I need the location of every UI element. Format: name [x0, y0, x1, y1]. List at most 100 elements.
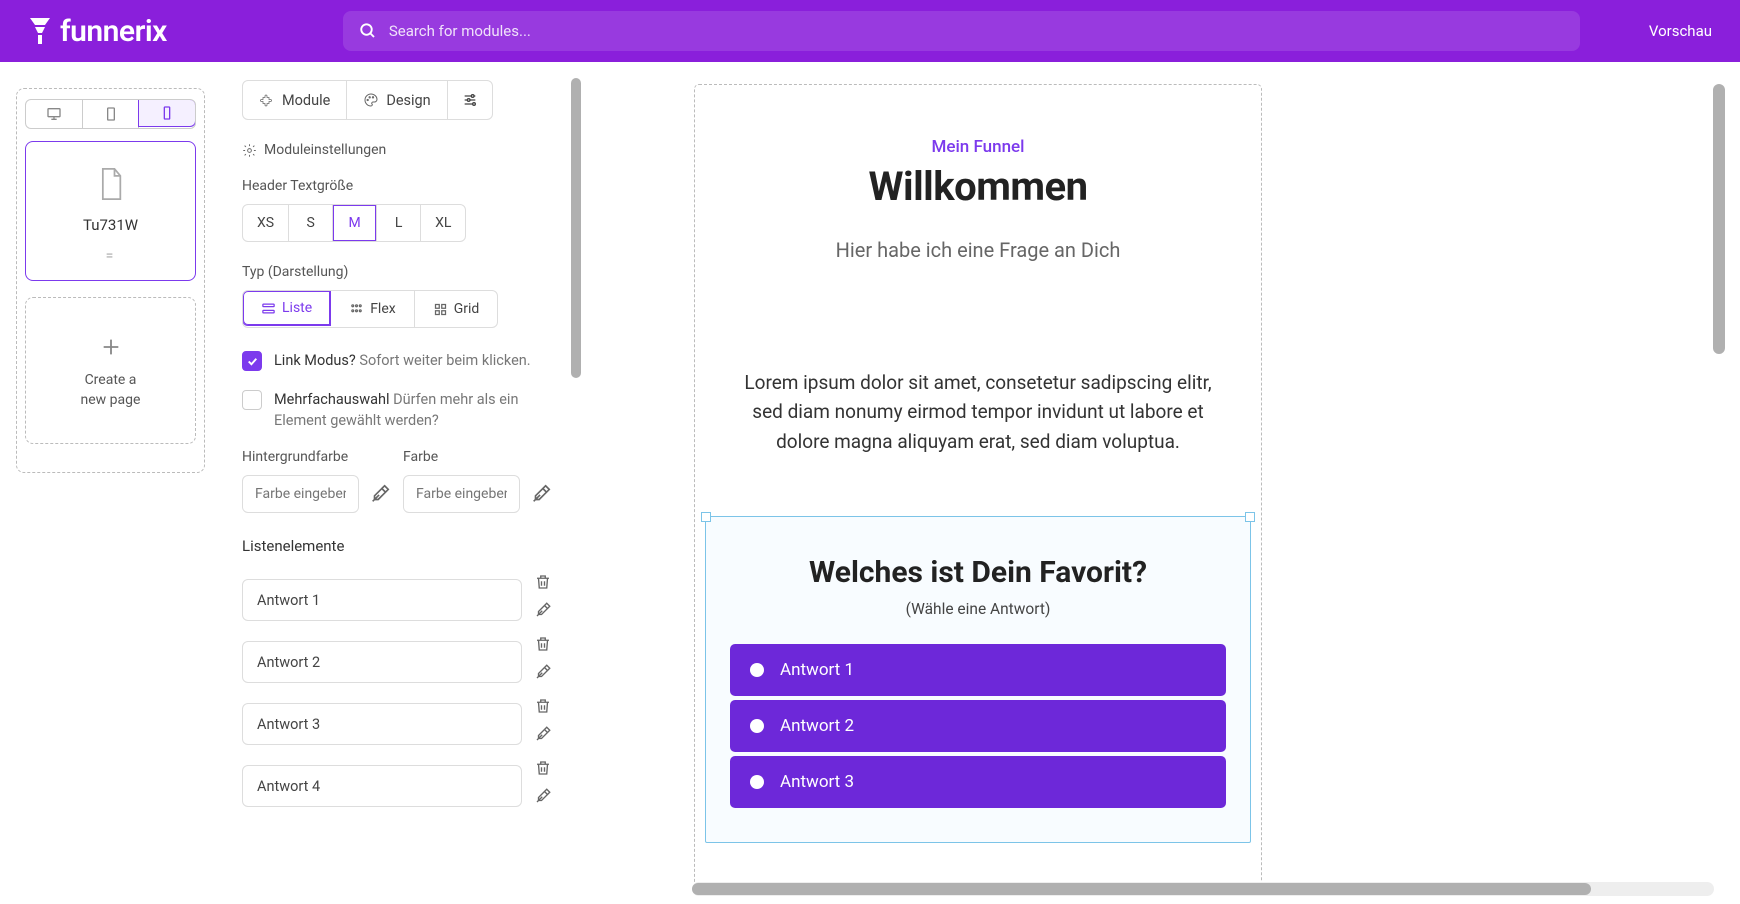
bg-color-input[interactable]: [242, 475, 359, 513]
grid-icon: [433, 302, 448, 317]
radio-dot-icon: [750, 663, 764, 677]
bg-color-field: Hintergrundfarbe: [242, 449, 391, 513]
device-tab-tablet[interactable]: [83, 100, 140, 128]
list-item-input[interactable]: [242, 641, 522, 683]
canvas-h-scrollbar[interactable]: [692, 882, 1714, 896]
list-item-actions: [534, 635, 552, 683]
typ-grid[interactable]: Grid: [415, 291, 498, 327]
device-tab-mobile[interactable]: [138, 99, 196, 127]
list-item-row: [242, 573, 552, 621]
device-tab-desktop[interactable]: [26, 100, 83, 128]
size-xs[interactable]: XS: [243, 205, 289, 241]
question-title: Welches ist Dein Favorit?: [730, 555, 1226, 590]
search-box[interactable]: [343, 11, 1580, 51]
question-block[interactable]: Welches ist Dein Favorit? (Wähle eine An…: [705, 516, 1251, 843]
typ-flex[interactable]: Flex: [331, 291, 415, 327]
answer-option[interactable]: Antwort 3: [730, 756, 1226, 808]
trash-icon[interactable]: [534, 759, 552, 777]
preview-body: Lorem ipsum dolor sit amet, consetetur s…: [705, 272, 1251, 516]
size-s[interactable]: S: [289, 205, 333, 241]
search-input[interactable]: [389, 22, 1564, 40]
section-title: Moduleinstellungen: [242, 142, 552, 158]
scrollbar-thumb[interactable]: [692, 883, 1591, 895]
typ-label: Typ (Darstellung): [242, 264, 552, 280]
list-item-actions: [534, 697, 552, 745]
preview-link[interactable]: Vorschau: [1649, 22, 1712, 40]
gear-icon: [242, 143, 257, 158]
module-design-tabs: Module Design: [242, 80, 493, 120]
preview-title: Willkommen: [705, 163, 1251, 210]
tab-settings[interactable]: [448, 81, 492, 119]
page-label: Tu731W: [83, 216, 138, 234]
question-subtitle: (Wähle eine Antwort): [730, 600, 1226, 618]
scrollbar-thumb[interactable]: [571, 78, 581, 378]
sidebar-left: Tu731W = Create a new page: [0, 62, 222, 904]
eyedropper-icon[interactable]: [534, 787, 552, 805]
workspace: Tu731W = Create a new page Module Design: [0, 62, 1740, 904]
logo-icon: [28, 16, 52, 46]
topbar: funnerix Vorschau: [0, 0, 1740, 62]
eyedropper-icon[interactable]: [369, 483, 391, 505]
sliders-icon: [462, 92, 478, 108]
plus-icon: [100, 336, 122, 358]
eyedropper-icon[interactable]: [534, 663, 552, 681]
radio-dot-icon: [750, 719, 764, 733]
eyedropper-icon[interactable]: [534, 725, 552, 743]
answer-option[interactable]: Antwort 2: [730, 700, 1226, 752]
typ-liste[interactable]: Liste: [242, 290, 331, 326]
header-size-group: XS S M L XL: [242, 204, 466, 242]
list-item-input[interactable]: [242, 703, 522, 745]
scrollbar-thumb[interactable]: [1713, 84, 1725, 354]
fg-color-input[interactable]: [403, 475, 520, 513]
list-elements-title: Listenelemente: [242, 537, 552, 555]
eyedropper-icon[interactable]: [530, 483, 552, 505]
link-modus-row[interactable]: Link Modus? Sofort weiter beim klicken.: [242, 350, 552, 371]
trash-icon[interactable]: [534, 635, 552, 653]
mehrfach-checkbox[interactable]: [242, 390, 262, 410]
list-item-actions: [534, 573, 552, 621]
page-card[interactable]: Tu731W =: [25, 141, 196, 281]
header-size-label: Header Textgröße: [242, 178, 552, 194]
flex-icon: [349, 302, 364, 317]
radio-dot-icon: [750, 775, 764, 789]
canvas-frame: Mein Funnel Willkommen Hier habe ich ein…: [694, 84, 1262, 890]
trash-icon[interactable]: [534, 573, 552, 591]
answer-option[interactable]: Antwort 1: [730, 644, 1226, 696]
size-m[interactable]: M: [333, 205, 377, 241]
canvas-v-scrollbar[interactable]: [1712, 84, 1726, 876]
list-item-row: [242, 759, 552, 807]
drag-handle-icon[interactable]: =: [106, 248, 116, 264]
check-icon: [246, 355, 259, 368]
size-l[interactable]: L: [377, 205, 421, 241]
size-xl[interactable]: XL: [421, 205, 465, 241]
fg-color-field: Farbe: [403, 449, 552, 513]
preview-header: Mein Funnel Willkommen Hier habe ich ein…: [705, 97, 1251, 272]
puzzle-icon: [259, 92, 275, 108]
eyedropper-icon[interactable]: [534, 601, 552, 619]
color-row: Hintergrundfarbe Farbe: [242, 449, 552, 513]
preview-subtitle: Hier habe ich eine Frage an Dich: [705, 238, 1251, 262]
search-wrap: [343, 11, 1580, 51]
trash-icon[interactable]: [534, 697, 552, 715]
settings-scrollbar[interactable]: [570, 78, 582, 888]
list-item-input[interactable]: [242, 579, 522, 621]
device-tabs: [25, 99, 196, 129]
add-page-button[interactable]: Create a new page: [25, 297, 196, 444]
typ-group: Liste Flex Grid: [242, 290, 498, 328]
tab-design[interactable]: Design: [347, 81, 447, 119]
list-icon: [261, 301, 276, 316]
pages-container: Tu731W = Create a new page: [16, 88, 205, 473]
search-icon: [359, 22, 377, 40]
preview-eyebrow: Mein Funnel: [705, 137, 1251, 157]
link-modus-checkbox[interactable]: [242, 351, 262, 371]
list-item-input[interactable]: [242, 765, 522, 807]
list-item-actions: [534, 759, 552, 807]
logo: funnerix: [28, 14, 167, 49]
brand-name: funnerix: [60, 14, 167, 49]
link-modus-text: Link Modus? Sofort weiter beim klicken.: [274, 350, 531, 371]
palette-icon: [363, 92, 379, 108]
add-page-label: Create a new page: [81, 370, 141, 411]
mehrfach-text: Mehrfachauswahl Dürfen mehr als ein Elem…: [274, 389, 552, 431]
mehrfach-row[interactable]: Mehrfachauswahl Dürfen mehr als ein Elem…: [242, 389, 552, 431]
tab-module[interactable]: Module: [243, 81, 347, 119]
